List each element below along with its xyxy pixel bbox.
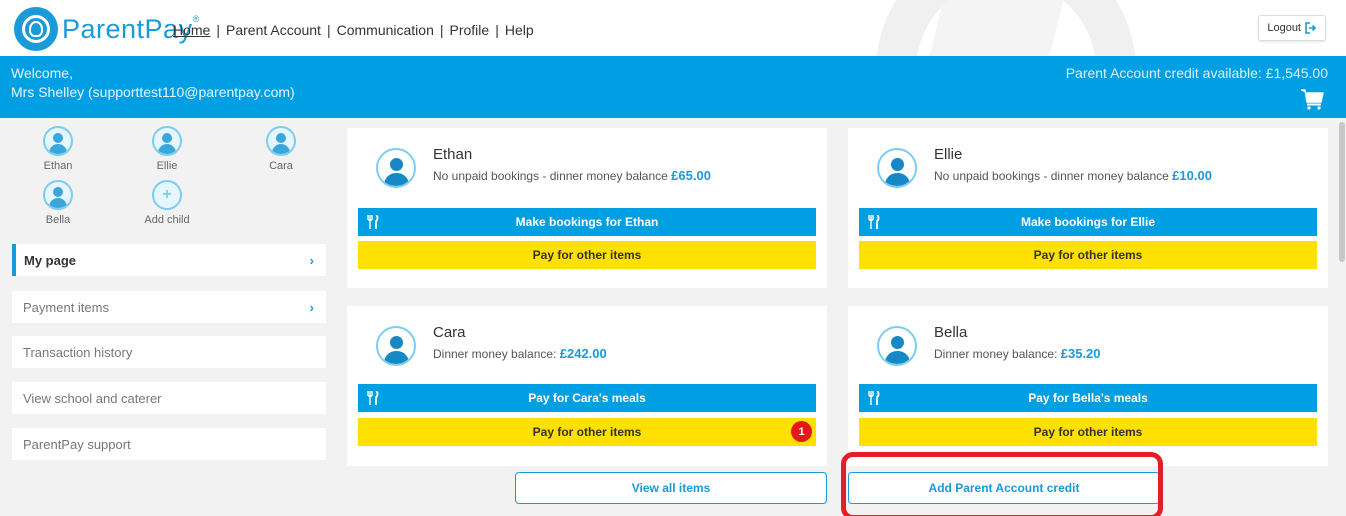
child-card-ethan: Ethan No unpaid bookings - dinner money … xyxy=(347,128,827,288)
card-balance-text: No unpaid bookings - dinner money balanc… xyxy=(934,168,1212,183)
child-avatar-icon xyxy=(877,148,917,188)
menu-transaction-history[interactable]: Transaction history xyxy=(12,336,326,368)
dinner-money-balance: £10.00 xyxy=(1172,168,1212,183)
logout-button[interactable]: Logout xyxy=(1258,15,1326,41)
notification-badge: 1 xyxy=(791,421,812,442)
child-avatar-icon xyxy=(43,180,73,210)
card-child-name: Ethan xyxy=(433,146,473,163)
pay-for-other-items-button[interactable]: Pay for other items xyxy=(859,241,1317,269)
make-bookings-button[interactable]: Make bookings for Ethan xyxy=(358,208,816,236)
child-name: Ethan xyxy=(43,160,73,172)
credit-available: Parent Account credit available: £1,545.… xyxy=(1065,65,1328,81)
header-decoration-ring xyxy=(876,0,1136,56)
welcome-banner: Welcome, Mrs Shelley (supporttest110@par… xyxy=(0,56,1346,118)
nav-home[interactable]: Home xyxy=(167,22,216,38)
basket-icon[interactable] xyxy=(1300,88,1324,110)
child-avatar-icon xyxy=(43,126,73,156)
scrollbar[interactable] xyxy=(1338,118,1346,516)
card-child-name: Bella xyxy=(934,324,968,341)
pay-for-other-items-button[interactable]: Pay for other items xyxy=(859,418,1317,446)
menu-label: View school and caterer xyxy=(23,390,162,406)
welcome-user: Mrs Shelley (supporttest110@parentpay.co… xyxy=(11,84,295,100)
card-balance-text: Dinner money balance: £242.00 xyxy=(433,346,607,361)
highlight-annotation xyxy=(841,452,1163,516)
logout-label: Logout xyxy=(1267,22,1301,34)
dinner-money-balance: £242.00 xyxy=(559,346,607,361)
dinner-money-balance: £35.20 xyxy=(1060,346,1101,361)
menu-label: My page xyxy=(24,252,77,268)
menu-payment-items[interactable]: Payment items › xyxy=(12,291,326,323)
menu-parentpay-support[interactable]: ParentPay support xyxy=(12,428,326,460)
child-avatar-icon xyxy=(152,126,182,156)
card-balance-text: No unpaid bookings - dinner money balanc… xyxy=(433,168,711,183)
cutlery-icon xyxy=(367,391,379,405)
pay-for-other-items-button[interactable]: Pay for other items xyxy=(358,241,816,269)
menu-label: Payment items xyxy=(23,299,109,315)
cutlery-icon xyxy=(868,391,880,405)
child-avatar-icon xyxy=(266,126,296,156)
child-card-cara: Cara Dinner money balance: £242.00 Pay f… xyxy=(347,306,827,466)
card-child-name: Ellie xyxy=(934,146,963,163)
chevron-right-icon: › xyxy=(309,300,314,315)
cutlery-icon xyxy=(868,215,880,229)
pay-for-meals-button[interactable]: Pay for Bella's meals xyxy=(859,384,1317,412)
menu-my-page[interactable]: My page › xyxy=(12,244,326,276)
nav-parent-account[interactable]: Parent Account xyxy=(220,22,327,38)
child-bella[interactable]: Bella xyxy=(23,180,93,226)
menu-label: ParentPay support xyxy=(23,436,131,452)
child-name: Bella xyxy=(45,214,71,226)
add-child-label: Add child xyxy=(144,214,190,226)
nav-communication[interactable]: Communication xyxy=(331,22,440,38)
add-child-button[interactable]: + Add child xyxy=(132,180,202,226)
child-cara[interactable]: Cara xyxy=(246,126,316,172)
site-header: ParentPay ® Home | Parent Account | Comm… xyxy=(0,0,1346,56)
nav-help[interactable]: Help xyxy=(499,22,540,38)
child-ellie[interactable]: Ellie xyxy=(132,126,202,172)
child-avatar-icon xyxy=(376,148,416,188)
dinner-money-balance: £65.00 xyxy=(671,168,711,183)
card-child-name: Cara xyxy=(433,324,466,341)
menu-label: Transaction history xyxy=(23,344,133,360)
view-all-items-button[interactable]: View all items xyxy=(515,472,827,504)
add-child-icon: + xyxy=(152,180,182,210)
scrollbar-thumb[interactable] xyxy=(1339,122,1345,262)
chevron-right-icon: › xyxy=(309,253,314,268)
nav-profile[interactable]: Profile xyxy=(444,22,496,38)
child-avatar-icon xyxy=(376,326,416,366)
child-card-ellie: Ellie No unpaid bookings - dinner money … xyxy=(848,128,1328,288)
card-balance-text: Dinner money balance: £35.20 xyxy=(934,346,1101,361)
pay-for-meals-button[interactable]: Pay for Cara's meals xyxy=(358,384,816,412)
sidebar: Ethan Ellie Cara Bella + Add child My pa… xyxy=(0,118,340,516)
make-bookings-button[interactable]: Make bookings for Ellie xyxy=(859,208,1317,236)
parentpay-logo-icon xyxy=(14,7,58,51)
child-name: Cara xyxy=(269,160,293,172)
logout-icon xyxy=(1305,22,1317,34)
pay-for-other-items-button[interactable]: Pay for other items 1 xyxy=(358,418,816,446)
child-avatar-icon xyxy=(877,326,917,366)
top-navigation: Home | Parent Account | Communication | … xyxy=(167,22,540,38)
menu-view-school-caterer[interactable]: View school and caterer xyxy=(12,382,326,414)
child-card-bella: Bella Dinner money balance: £35.20 Pay f… xyxy=(848,306,1328,466)
cutlery-icon xyxy=(367,215,379,229)
welcome-greeting: Welcome, xyxy=(11,65,73,81)
child-ethan[interactable]: Ethan xyxy=(23,126,93,172)
child-name: Ellie xyxy=(156,160,178,172)
